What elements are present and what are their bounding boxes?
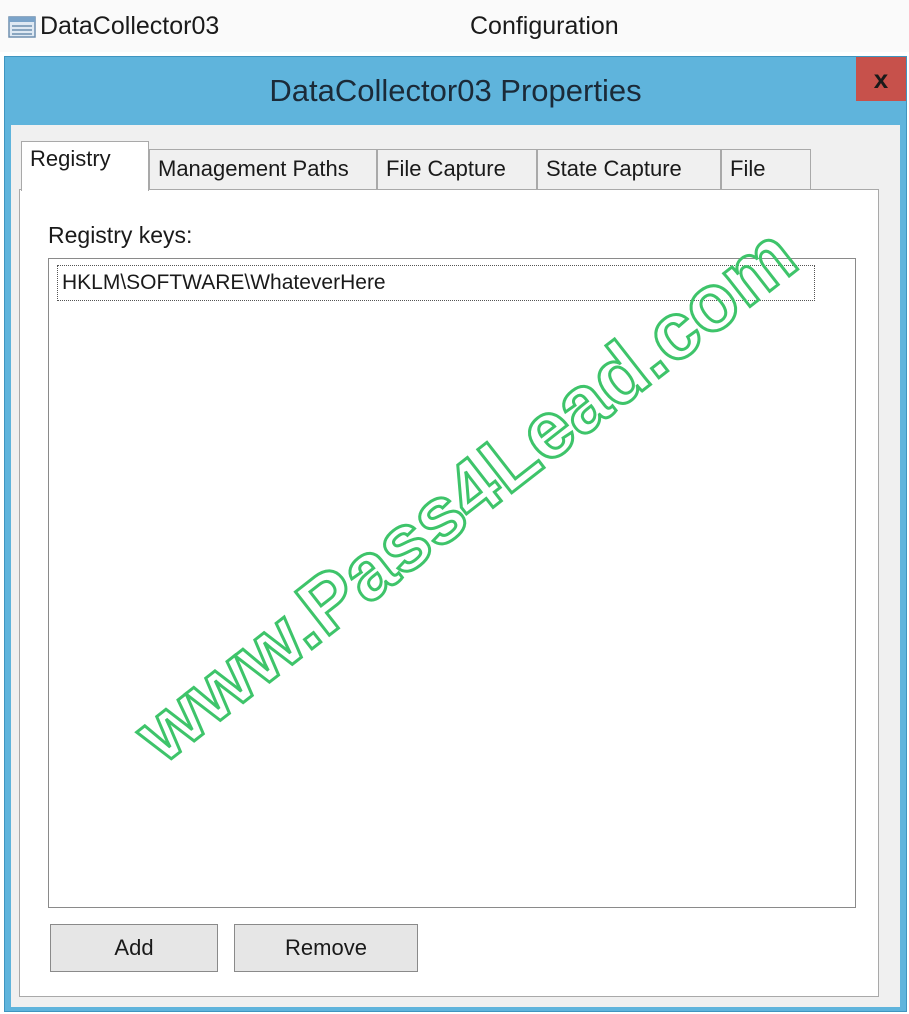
tab-state-capture[interactable]: State Capture xyxy=(537,149,721,189)
registry-keys-list[interactable]: HKLM\SOFTWARE\WhateverHere xyxy=(48,258,856,908)
remove-button[interactable]: Remove xyxy=(234,924,418,972)
tab-label: Registry xyxy=(30,146,111,171)
parent-window-header: DataCollector03 Configuration xyxy=(0,0,909,52)
dialog-client-area: Registry Management Paths File Capture S… xyxy=(11,125,900,1007)
tab-label: State Capture xyxy=(546,156,682,181)
configuration-label: Configuration xyxy=(470,12,619,40)
tab-label: File xyxy=(730,156,766,181)
properties-dialog: DataCollector03 Properties x Registry Ma… xyxy=(4,56,907,1012)
tab-label: Management Paths xyxy=(158,156,349,181)
registry-tab-panel: Registry keys: HKLM\SOFTWARE\WhateverHer… xyxy=(19,189,879,997)
close-button[interactable]: x xyxy=(856,57,906,101)
tab-registry[interactable]: Registry xyxy=(21,141,149,191)
dialog-title: DataCollector03 Properties xyxy=(269,73,642,108)
app-title: DataCollector03 xyxy=(40,12,220,40)
dialog-titlebar[interactable]: DataCollector03 Properties x xyxy=(5,57,906,125)
screenshot: DataCollector03 Configuration DataCollec… xyxy=(0,0,909,1014)
tab-file-capture[interactable]: File Capture xyxy=(377,149,537,189)
close-icon: x xyxy=(873,64,889,94)
registry-keys-label: Registry keys: xyxy=(48,222,193,248)
tab-file[interactable]: File xyxy=(721,149,811,189)
registry-key-item[interactable]: HKLM\SOFTWARE\WhateverHere xyxy=(57,265,815,301)
mmc-window-icon xyxy=(8,16,36,38)
tab-label: File Capture xyxy=(386,156,506,181)
tab-management-paths[interactable]: Management Paths xyxy=(149,149,377,189)
add-button[interactable]: Add xyxy=(50,924,218,972)
